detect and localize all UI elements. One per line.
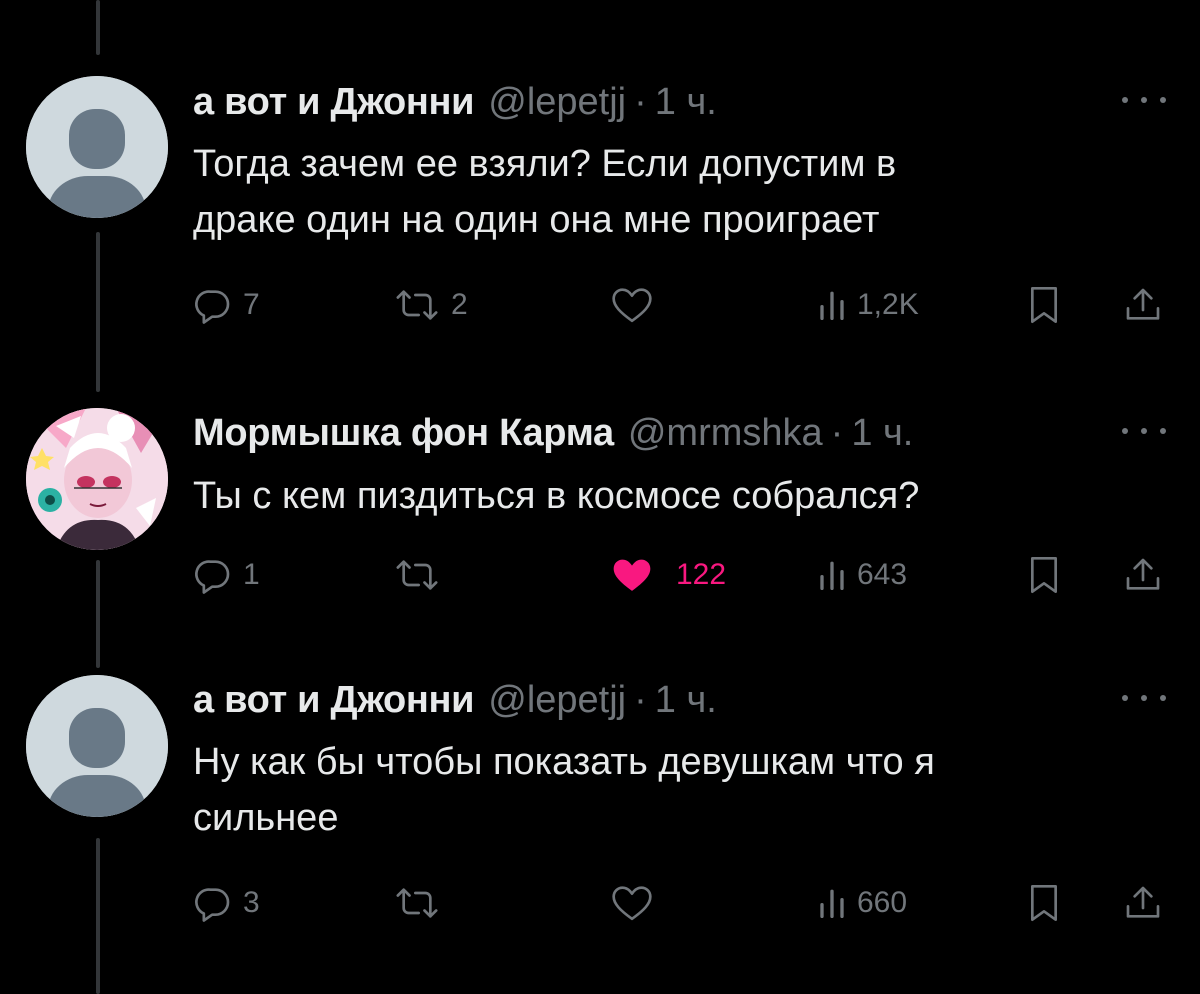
tweet-header: Мормышка фон Карма @mrmshka · 1 ч.: [193, 411, 913, 455]
separator-dot: ·: [634, 81, 647, 123]
share-button[interactable]: [1123, 550, 1163, 600]
action-bar: 7 2 1,2K: [193, 280, 1178, 330]
tweet[interactable]: а вот и Джонни @lepetjj · 1 ч. Ну как бы…: [0, 660, 1200, 994]
more-options-button[interactable]: [1122, 409, 1166, 453]
like-count: 122: [676, 558, 727, 591]
reply-count: 7: [243, 288, 260, 321]
default-avatar-icon: [26, 76, 168, 218]
bookmark-icon: [1031, 885, 1057, 921]
avatar[interactable]: [26, 408, 168, 550]
default-avatar-icon: [26, 675, 168, 817]
more-dot-icon: [1122, 695, 1128, 701]
tweet[interactable]: Мормышка фон Карма @mrmshka · 1 ч. Ты с …: [0, 360, 1200, 660]
timestamp[interactable]: 1 ч.: [655, 678, 717, 722]
tweet-text: Ну как бы чтобы показать девушкам что я …: [193, 734, 1153, 846]
like-button[interactable]: [610, 878, 664, 928]
tweet-header: а вот и Джонни @lepetjj · 1 ч.: [193, 80, 717, 124]
views-button[interactable]: 643: [817, 550, 907, 600]
separator-dot: ·: [634, 679, 647, 721]
user-handle[interactable]: @lepetjj: [488, 678, 626, 722]
repost-icon: [396, 888, 438, 918]
user-handle[interactable]: @lepetjj: [488, 80, 626, 124]
repost-icon: [396, 560, 438, 590]
user-handle[interactable]: @mrmshka: [628, 411, 823, 455]
avatar[interactable]: [26, 675, 168, 817]
more-options-button[interactable]: [1122, 78, 1166, 122]
tweet-text-line: Ну как бы чтобы показать девушкам что я: [193, 741, 935, 783]
tweet-text-line: Тогда зачем ее взяли? Если допустим в: [193, 143, 897, 185]
tweet-text: Тогда зачем ее взяли? Если допустим в др…: [193, 136, 1153, 248]
like-button[interactable]: [610, 280, 664, 330]
reply-icon: [195, 560, 230, 594]
more-dot-icon: [1141, 97, 1147, 103]
views-chart-icon: [820, 561, 844, 590]
display-name[interactable]: Мормышка фон Карма: [193, 411, 614, 455]
more-dot-icon: [1141, 428, 1147, 434]
views-button[interactable]: 660: [817, 878, 907, 928]
reply-button[interactable]: 1: [193, 550, 260, 600]
heart-icon: [612, 886, 652, 921]
reply-button[interactable]: 7: [193, 280, 260, 330]
anime-character-avatar: [26, 408, 168, 550]
tweet-text-line: сильнее: [193, 797, 339, 839]
views-chart-icon: [820, 291, 844, 320]
reply-button[interactable]: 3: [193, 878, 260, 928]
views-button[interactable]: 1,2K: [817, 280, 919, 330]
tweet[interactable]: а вот и Джонни @lepetjj · 1 ч. Тогда зач…: [0, 0, 1200, 360]
reply-count: 3: [243, 886, 260, 919]
repost-button[interactable]: [393, 550, 451, 600]
reply-icon: [195, 290, 230, 324]
views-count: 660: [857, 886, 908, 919]
more-dot-icon: [1160, 695, 1166, 701]
heart-filled-icon: [613, 559, 651, 591]
share-button[interactable]: [1123, 878, 1163, 928]
share-icon: [1126, 886, 1160, 918]
heart-icon: [612, 288, 652, 323]
views-count: 643: [857, 558, 908, 591]
separator-dot: ·: [830, 412, 844, 454]
bookmark-button[interactable]: [1026, 878, 1062, 928]
share-icon: [1126, 288, 1160, 320]
like-button[interactable]: 122: [610, 550, 726, 600]
more-dot-icon: [1160, 97, 1166, 103]
bookmark-icon: [1031, 557, 1057, 593]
reply-count: 1: [243, 558, 260, 591]
tweet-text: Ты с кем пиздиться в космосе собрался?: [193, 468, 1153, 524]
bookmark-button[interactable]: [1026, 550, 1062, 600]
display-name[interactable]: а вот и Джонни: [193, 678, 475, 722]
repost-icon: [396, 290, 438, 320]
repost-button[interactable]: [393, 878, 451, 928]
repost-button[interactable]: 2: [393, 280, 468, 330]
more-dot-icon: [1122, 428, 1128, 434]
tweet-text-line: Ты с кем пиздиться в космосе собрался?: [193, 475, 920, 517]
tweet-header: а вот и Джонни @lepetjj · 1 ч.: [193, 678, 717, 722]
action-bar: 1 122 643: [193, 550, 1178, 600]
more-dot-icon: [1141, 695, 1147, 701]
views-chart-icon: [820, 889, 844, 918]
more-dot-icon: [1160, 428, 1166, 434]
share-icon: [1126, 558, 1160, 590]
action-bar: 3 660: [193, 878, 1178, 928]
share-button[interactable]: [1123, 280, 1163, 330]
avatar[interactable]: [26, 76, 168, 218]
reply-icon: [195, 888, 230, 922]
display-name[interactable]: а вот и Джонни: [193, 80, 475, 124]
repost-count: 2: [451, 288, 468, 321]
bookmark-button[interactable]: [1026, 280, 1062, 330]
more-dot-icon: [1122, 97, 1128, 103]
more-options-button[interactable]: [1122, 676, 1166, 720]
timestamp[interactable]: 1 ч.: [655, 80, 717, 124]
timestamp[interactable]: 1 ч.: [851, 411, 913, 455]
views-count: 1,2K: [857, 288, 919, 321]
bookmark-icon: [1031, 287, 1057, 323]
tweet-text-line: драке один на один она мне проиграет: [193, 199, 880, 241]
